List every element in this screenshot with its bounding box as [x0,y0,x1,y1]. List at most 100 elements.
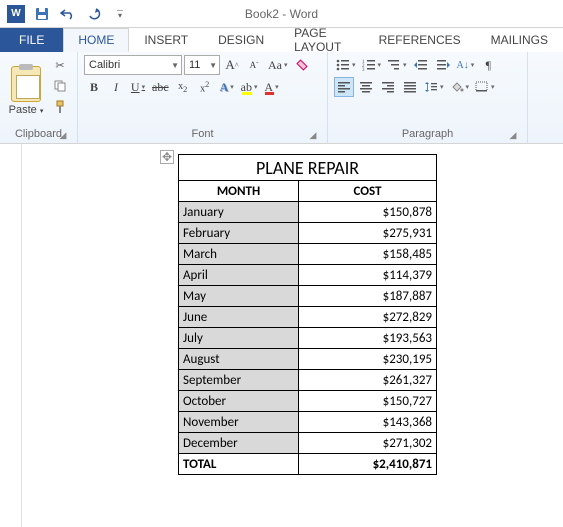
undo-button[interactable] [56,3,80,25]
document-page[interactable]: ✥ PLANE REPAIR MONTH COST January$150,87… [22,144,563,527]
plane-repair-table[interactable]: PLANE REPAIR MONTH COST January$150,878F… [178,154,437,475]
font-color-button[interactable]: A [262,77,282,97]
sort-button[interactable]: A↓ [455,55,477,75]
table-title[interactable]: PLANE REPAIR [179,155,437,181]
italic-button[interactable]: I [106,77,126,97]
table-move-handle[interactable]: ✥ [160,150,174,164]
month-cell[interactable]: November [179,412,299,433]
month-cell[interactable]: September [179,370,299,391]
cost-cell[interactable]: $272,829 [299,307,437,328]
table-row[interactable]: March$158,485 [179,244,437,265]
line-spacing-button[interactable] [422,77,446,97]
chevron-down-icon: ▾ [118,14,122,19]
table-row[interactable]: April$114,379 [179,265,437,286]
cost-cell[interactable]: $158,485 [299,244,437,265]
underline-button[interactable]: U [128,77,148,97]
cost-cell[interactable]: $150,727 [299,391,437,412]
scissors-icon: ✂ [55,59,64,72]
cost-cell[interactable]: $187,887 [299,286,437,307]
table-row[interactable]: June$272,829 [179,307,437,328]
tab-home[interactable]: HOME [63,28,129,52]
subscript-button[interactable]: x2 [173,77,193,97]
grow-font-button[interactable]: A^ [222,55,242,75]
cut-button[interactable]: ✂ [49,55,71,75]
tab-file[interactable]: FILE [0,28,63,52]
font-name-combo[interactable]: Calibri▼ [84,55,182,75]
total-value[interactable]: $2,410,871 [299,454,437,475]
month-cell[interactable]: February [179,223,299,244]
cost-cell[interactable]: $193,563 [299,328,437,349]
strikethrough-button[interactable]: abc [150,77,171,97]
group-font: Calibri▼ 11▼ A^ Aˇ Aa B I U abc x2 x [78,52,328,143]
table-row[interactable]: October$150,727 [179,391,437,412]
shrink-font-button[interactable]: Aˇ [244,55,264,75]
cost-cell[interactable]: $143,368 [299,412,437,433]
cost-cell[interactable]: $275,931 [299,223,437,244]
increase-indent-button[interactable] [433,55,453,75]
table-row[interactable]: February$275,931 [179,223,437,244]
justify-button[interactable] [400,77,420,97]
shading-button[interactable] [448,77,472,97]
tab-page-layout[interactable]: PAGE LAYOUT [279,28,363,52]
font-size-combo[interactable]: 11▼ [184,55,220,75]
table-row[interactable]: December$271,302 [179,433,437,454]
change-case-button[interactable]: Aa [266,55,290,75]
month-cell[interactable]: December [179,433,299,454]
word-app-icon[interactable]: W [4,3,28,25]
month-cell[interactable]: August [179,349,299,370]
cost-cell[interactable]: $261,327 [299,370,437,391]
tab-references[interactable]: REFERENCES [364,28,476,52]
cost-cell[interactable]: $230,195 [299,349,437,370]
bold-button[interactable]: B [84,77,104,97]
col-header-cost[interactable]: COST [299,181,437,202]
cost-cell[interactable]: $114,379 [299,265,437,286]
month-cell[interactable]: July [179,328,299,349]
month-cell[interactable]: April [179,265,299,286]
chevron-down-icon: ▼ [207,61,217,70]
cost-cell[interactable]: $271,302 [299,433,437,454]
table-row[interactable]: July$193,563 [179,328,437,349]
table-row[interactable]: August$230,195 [179,349,437,370]
show-marks-button[interactable]: ¶ [478,55,498,75]
month-cell[interactable]: January [179,202,299,223]
text-effects-button[interactable]: A [217,77,237,97]
table-row[interactable]: January$150,878 [179,202,437,223]
save-button[interactable] [30,3,54,25]
copy-button[interactable] [49,76,71,96]
clipboard-launcher[interactable]: ◢ [57,129,69,141]
tab-mailings[interactable]: MAILINGS [476,28,563,52]
multilevel-list-button[interactable] [385,55,409,75]
align-right-button[interactable] [378,77,398,97]
pilcrow-icon: ¶ [486,58,491,73]
total-label[interactable]: TOTAL [179,454,299,475]
col-header-month[interactable]: MONTH [179,181,299,202]
redo-button[interactable] [82,3,106,25]
bullets-button[interactable] [334,55,358,75]
table-row[interactable]: May$187,887 [179,286,437,307]
customize-qat-button[interactable]: ─ ▾ [108,3,132,25]
cost-cell[interactable]: $150,878 [299,202,437,223]
change-case-icon: Aa [268,58,282,73]
month-cell[interactable]: June [179,307,299,328]
align-center-button[interactable] [356,77,376,97]
highlight-button[interactable]: ab [239,77,260,97]
table-row[interactable]: September$261,327 [179,370,437,391]
month-cell[interactable]: May [179,286,299,307]
workspace: ✥ PLANE REPAIR MONTH COST January$150,87… [0,144,563,527]
tab-insert[interactable]: INSERT [129,28,203,52]
decrease-indent-button[interactable] [411,55,431,75]
vertical-ruler[interactable] [0,144,22,527]
tab-design[interactable]: DESIGN [203,28,279,52]
superscript-button[interactable]: x2 [195,77,215,97]
format-painter-button[interactable] [49,97,71,117]
month-cell[interactable]: March [179,244,299,265]
clear-formatting-button[interactable] [292,55,312,75]
numbering-button[interactable]: 123 [360,55,384,75]
align-left-button[interactable] [334,77,354,97]
borders-button[interactable] [473,77,497,97]
month-cell[interactable]: October [179,391,299,412]
font-launcher[interactable]: ◢ [307,129,319,141]
paragraph-launcher[interactable]: ◢ [507,129,519,141]
table-row[interactable]: November$143,368 [179,412,437,433]
paste-button[interactable]: Paste ▾ [6,55,46,127]
